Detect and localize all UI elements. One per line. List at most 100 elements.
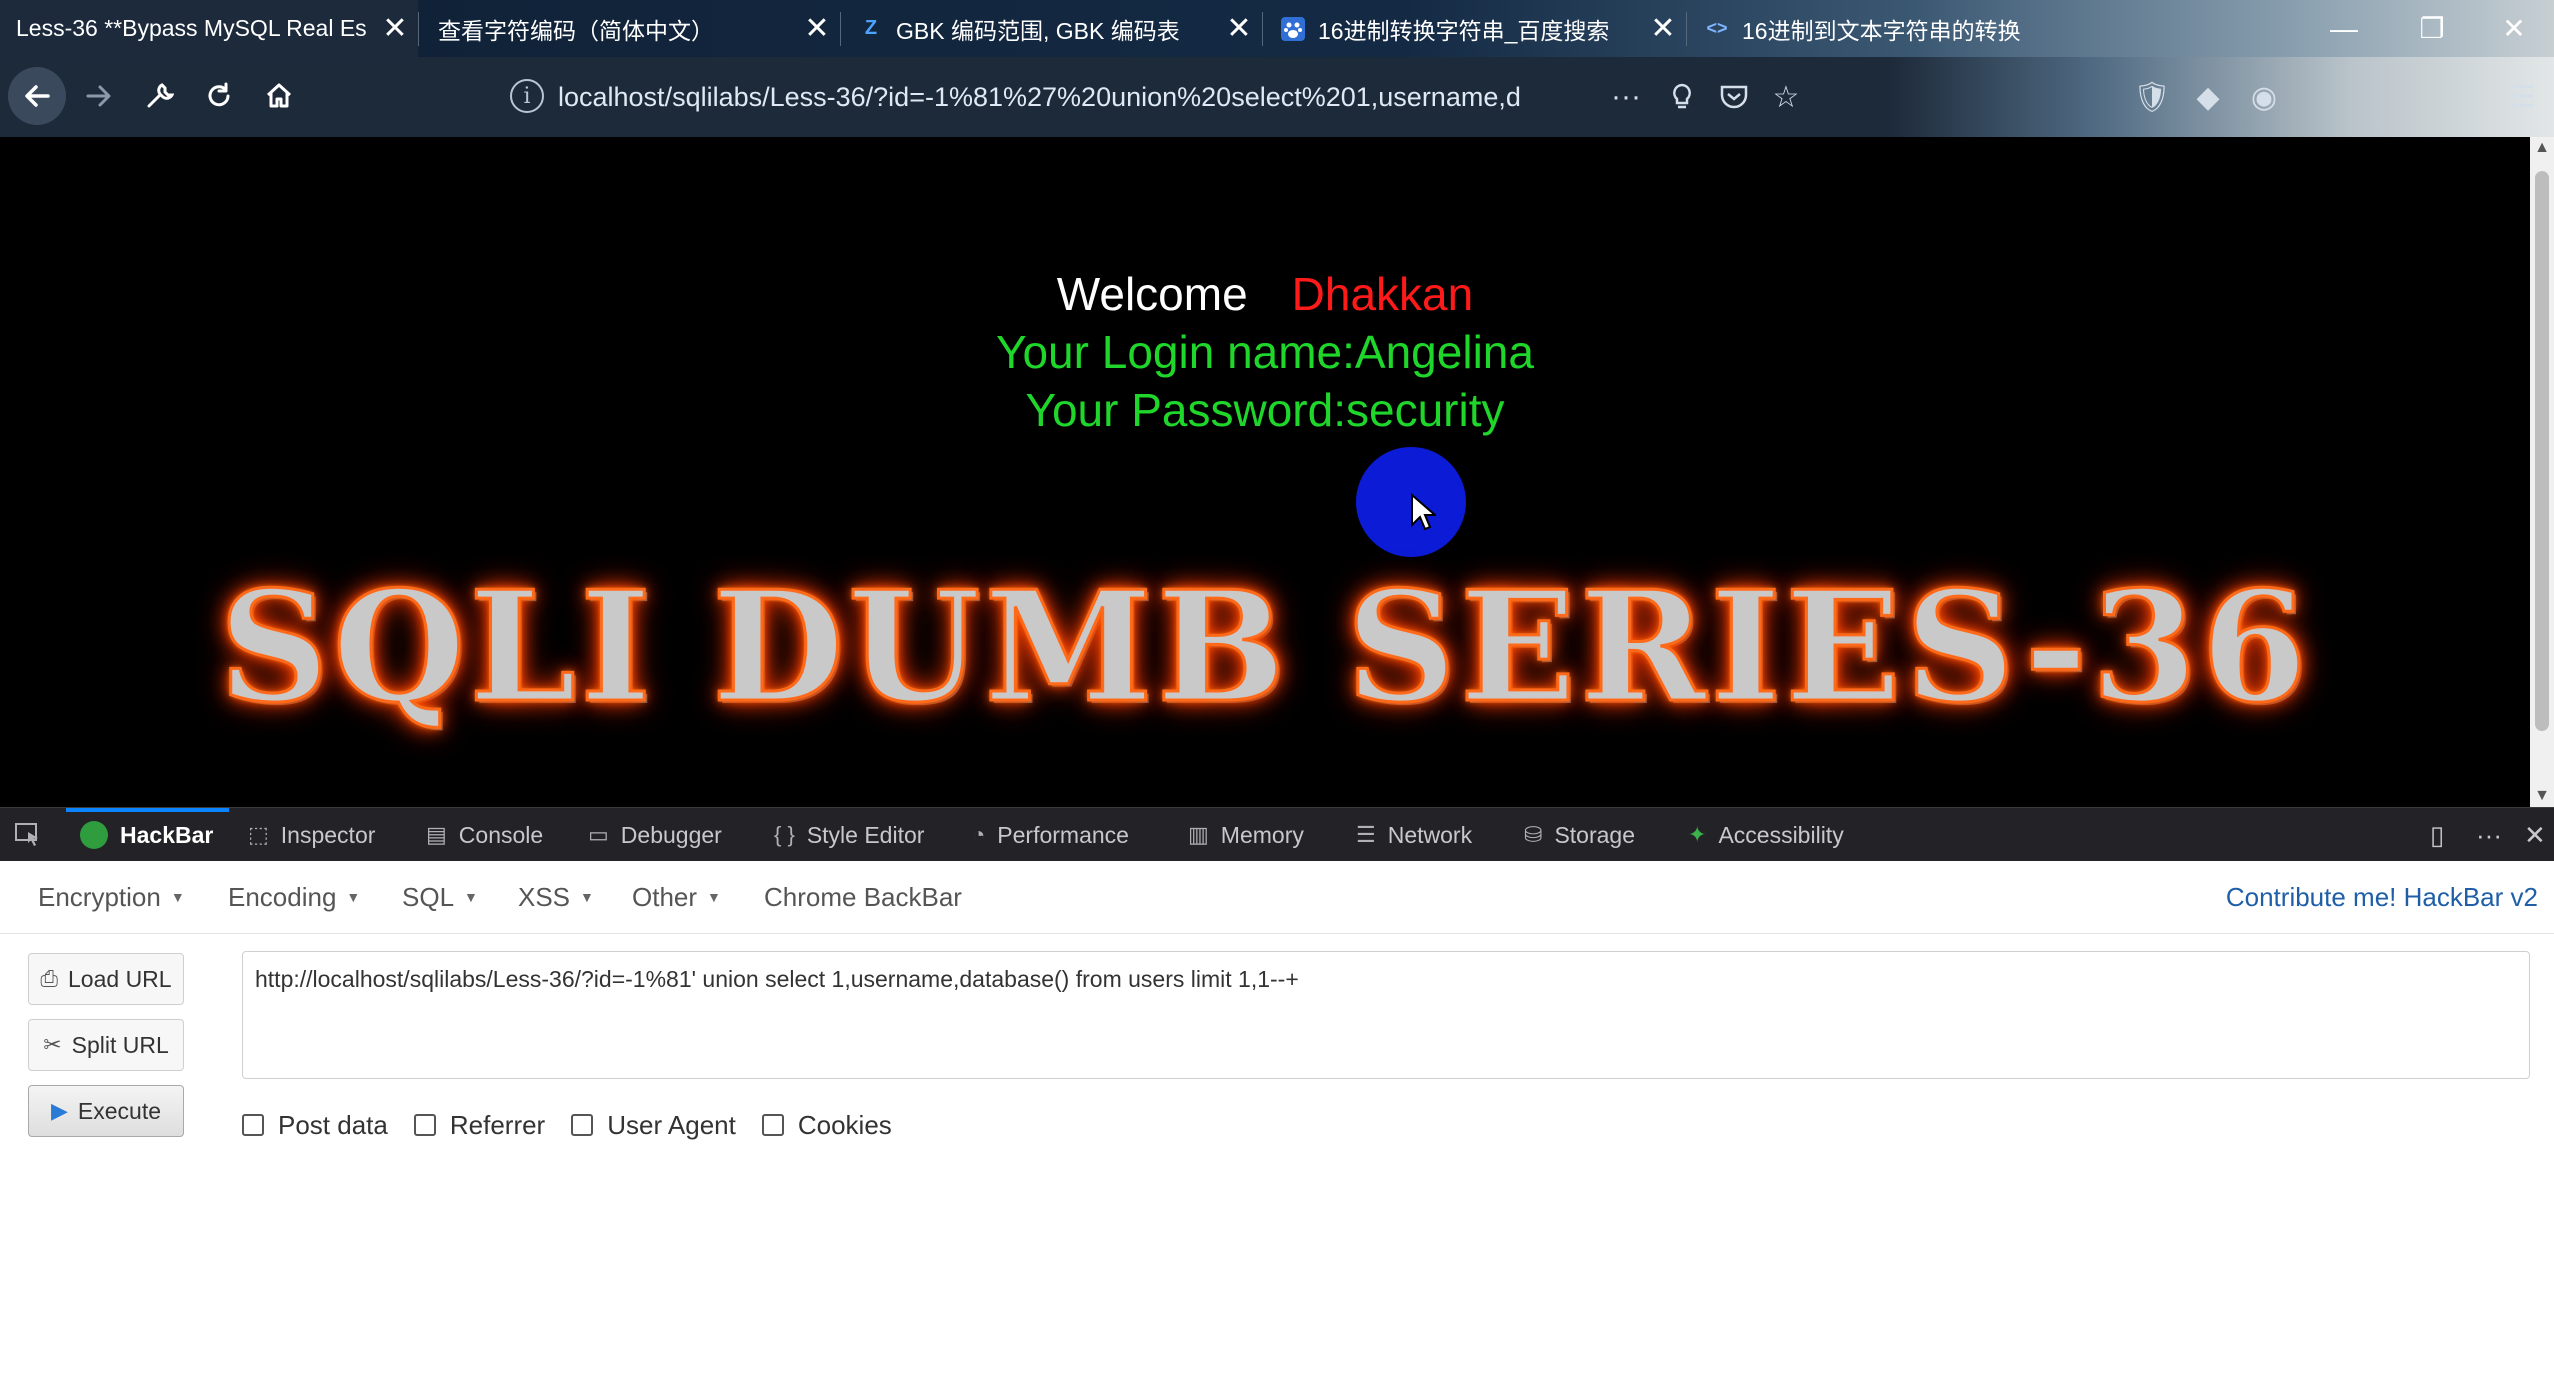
tab-inspector[interactable]: ⬚ Inspector xyxy=(248,808,375,862)
tab-title: 16进制到文本字符串的转换 xyxy=(1742,17,2021,44)
tab-debugger[interactable]: ▭ Debugger xyxy=(588,808,722,862)
scrollbar-thumb[interactable] xyxy=(2535,171,2549,731)
checkbox-box[interactable] xyxy=(242,1114,264,1136)
tab-hex-to-text[interactable]: <> 16进制到文本字符串的转换 xyxy=(1688,0,2078,57)
caret-down-icon: ▼ xyxy=(170,889,185,905)
caret-down-icon: ▼ xyxy=(580,889,594,905)
password-text: Your Password:security xyxy=(1025,384,1505,436)
tab-charset-view[interactable]: 查看字符编码（简体中文） ✕ xyxy=(420,0,840,57)
page-scrollbar[interactable]: ▲ ▼ xyxy=(2530,137,2554,807)
post-data-checkbox[interactable]: Post data xyxy=(242,1110,388,1141)
checkbox-label: Cookies xyxy=(797,1109,892,1140)
pocket-icon[interactable] xyxy=(1712,75,1756,119)
window-close-icon[interactable]: ✕ xyxy=(2474,0,2554,57)
devtools-close-icon[interactable]: ✕ xyxy=(2524,808,2546,862)
scroll-down-icon[interactable]: ▼ xyxy=(2530,785,2554,807)
tab-console[interactable]: ▤ Console xyxy=(426,808,543,862)
lightbulb-icon[interactable] xyxy=(1660,75,1704,119)
tab-label: Memory xyxy=(1220,821,1304,848)
welcome-line: Welcome Dhakkan xyxy=(0,267,2530,321)
extension-icon[interactable]: ◆ xyxy=(2186,75,2230,119)
tab-close-icon[interactable]: ✕ xyxy=(378,11,412,46)
tab-performance[interactable]: ◔ Performance xyxy=(972,808,1129,862)
reload-icon[interactable] xyxy=(190,67,248,125)
more-actions-icon[interactable]: ··· xyxy=(1604,75,1648,119)
menu-label: Encryption xyxy=(38,881,161,912)
tab-gbk-encoding[interactable]: Z GBK 编码范围, GBK 编码表 ✕ xyxy=(842,0,1262,57)
address-bar[interactable]: localhost/sqlilabs/Less-36/?id=-1%81%27%… xyxy=(558,75,1538,119)
caret-down-icon: ▼ xyxy=(346,889,361,905)
menu-sql[interactable]: SQL ▼ xyxy=(402,861,478,933)
menu-label: Chrome BackBar xyxy=(764,881,962,912)
menu-label: XSS xyxy=(518,881,571,912)
cookies-checkbox[interactable]: Cookies xyxy=(761,1109,892,1141)
mouse-cursor-icon xyxy=(1411,493,1436,531)
console-icon: ▤ xyxy=(426,822,447,847)
checkbox-box[interactable] xyxy=(571,1114,594,1136)
menu-xss[interactable]: XSS ▼ xyxy=(518,861,594,933)
execute-button[interactable]: ▶ Execute xyxy=(28,1085,184,1137)
referrer-checkbox[interactable]: Referrer xyxy=(413,1109,546,1141)
zhihu-icon: Z xyxy=(864,17,878,39)
scroll-up-icon[interactable]: ▲ xyxy=(2530,137,2554,159)
menu-chrome-backbar[interactable]: Chrome BackBar xyxy=(764,861,962,933)
forward-arrow-icon xyxy=(86,85,111,107)
menu-label: SQL xyxy=(402,881,455,912)
menu-icon[interactable]: ☰ xyxy=(2500,75,2544,119)
checkbox-box[interactable] xyxy=(761,1114,784,1136)
tab-less-36[interactable]: Less-36 **Bypass MySQL Real Es ✕ xyxy=(0,0,418,57)
dock-side-icon[interactable]: ▯ xyxy=(2430,808,2444,862)
play-icon: ▶ xyxy=(50,1098,68,1123)
memory-icon: ▥ xyxy=(1188,822,1209,847)
contribute-link[interactable]: Contribute me! HackBar v2 xyxy=(2226,861,2538,933)
minimize-icon[interactable]: — xyxy=(2304,0,2384,57)
home-icon[interactable] xyxy=(250,67,308,125)
navigation-bar: i localhost/sqlilabs/Less-36/?id=-1%81%2… xyxy=(0,57,2554,137)
tab-storage[interactable]: ⛁ Storage xyxy=(1524,808,1635,862)
caret-down-icon: ▼ xyxy=(707,889,721,905)
tab-hackbar[interactable]: HackBar xyxy=(65,808,230,862)
tab-memory[interactable]: ▥ Memory xyxy=(1188,808,1304,862)
tab-close-icon[interactable]: ✕ xyxy=(1222,11,1256,46)
checkbox-label: User Agent xyxy=(607,1109,736,1140)
tab-title: GBK 编码范围, GBK 编码表 xyxy=(896,17,1180,44)
tab-accessibility[interactable]: ✦ Accessibility xyxy=(1688,808,1844,862)
menu-label: Encoding xyxy=(228,881,337,912)
caret-down-icon: ▼ xyxy=(464,889,478,905)
forward-button[interactable] xyxy=(70,67,128,125)
element-picker-icon[interactable] xyxy=(14,808,42,862)
user-agent-checkbox[interactable]: User Agent xyxy=(571,1110,736,1141)
tab-style-editor[interactable]: { } Style Editor xyxy=(774,808,924,862)
login-name-text: Your Login name:Angelina xyxy=(996,326,1534,378)
site-info-icon[interactable]: i xyxy=(510,79,544,113)
tab-close-icon[interactable]: ✕ xyxy=(800,11,834,46)
tab-close-icon[interactable]: ✕ xyxy=(1646,11,1680,46)
checkbox-box[interactable] xyxy=(413,1114,436,1136)
tab-label: Console xyxy=(458,821,544,848)
braces-icon: { } xyxy=(774,822,795,847)
tab-divider xyxy=(1686,12,1687,46)
tab-label: Storage xyxy=(1554,821,1635,848)
menu-other[interactable]: Other ▼ xyxy=(632,861,721,933)
button-label: Execute xyxy=(77,1097,162,1124)
back-button[interactable] xyxy=(8,67,66,125)
restore-icon[interactable]: ❐ xyxy=(2392,0,2472,57)
tab-network[interactable]: ☰ Network xyxy=(1356,808,1472,862)
tab-baidu-search[interactable]: 16进制转换字符串_百度搜索 ✕ xyxy=(1264,0,1686,57)
shield-extension-icon[interactable]: 🛡 xyxy=(2130,75,2174,119)
menu-encoding[interactable]: Encoding ▼ xyxy=(228,861,360,933)
url-input[interactable]: http://localhost/sqlilabs/Less-36/?id=-1… xyxy=(242,951,2530,1079)
devtools-options-icon[interactable]: ··· xyxy=(2476,808,2502,862)
load-url-button[interactable]: ⎙ Load URL xyxy=(28,953,184,1005)
tab-label: Network xyxy=(1387,821,1473,848)
firefox-icon[interactable]: ◉ xyxy=(2242,75,2286,119)
bookmark-star-icon[interactable]: ☆ xyxy=(1764,75,1808,119)
wrench-icon[interactable] xyxy=(130,67,188,125)
menu-encryption[interactable]: Encryption ▼ xyxy=(38,861,185,933)
tab-strip: Less-36 **Bypass MySQL Real Es ✕ 查看字符编码（… xyxy=(0,0,2554,57)
checkbox-label: Post data xyxy=(278,1109,388,1140)
split-url-button[interactable]: ✂ Split URL xyxy=(28,1019,184,1071)
checkbox-label: Referrer xyxy=(449,1109,546,1140)
code-brackets-icon: <> xyxy=(1706,18,1728,38)
hackbar-menu: Encryption ▼ Encoding ▼ SQL ▼ XSS ▼ Other ▼ C… xyxy=(0,861,2554,934)
